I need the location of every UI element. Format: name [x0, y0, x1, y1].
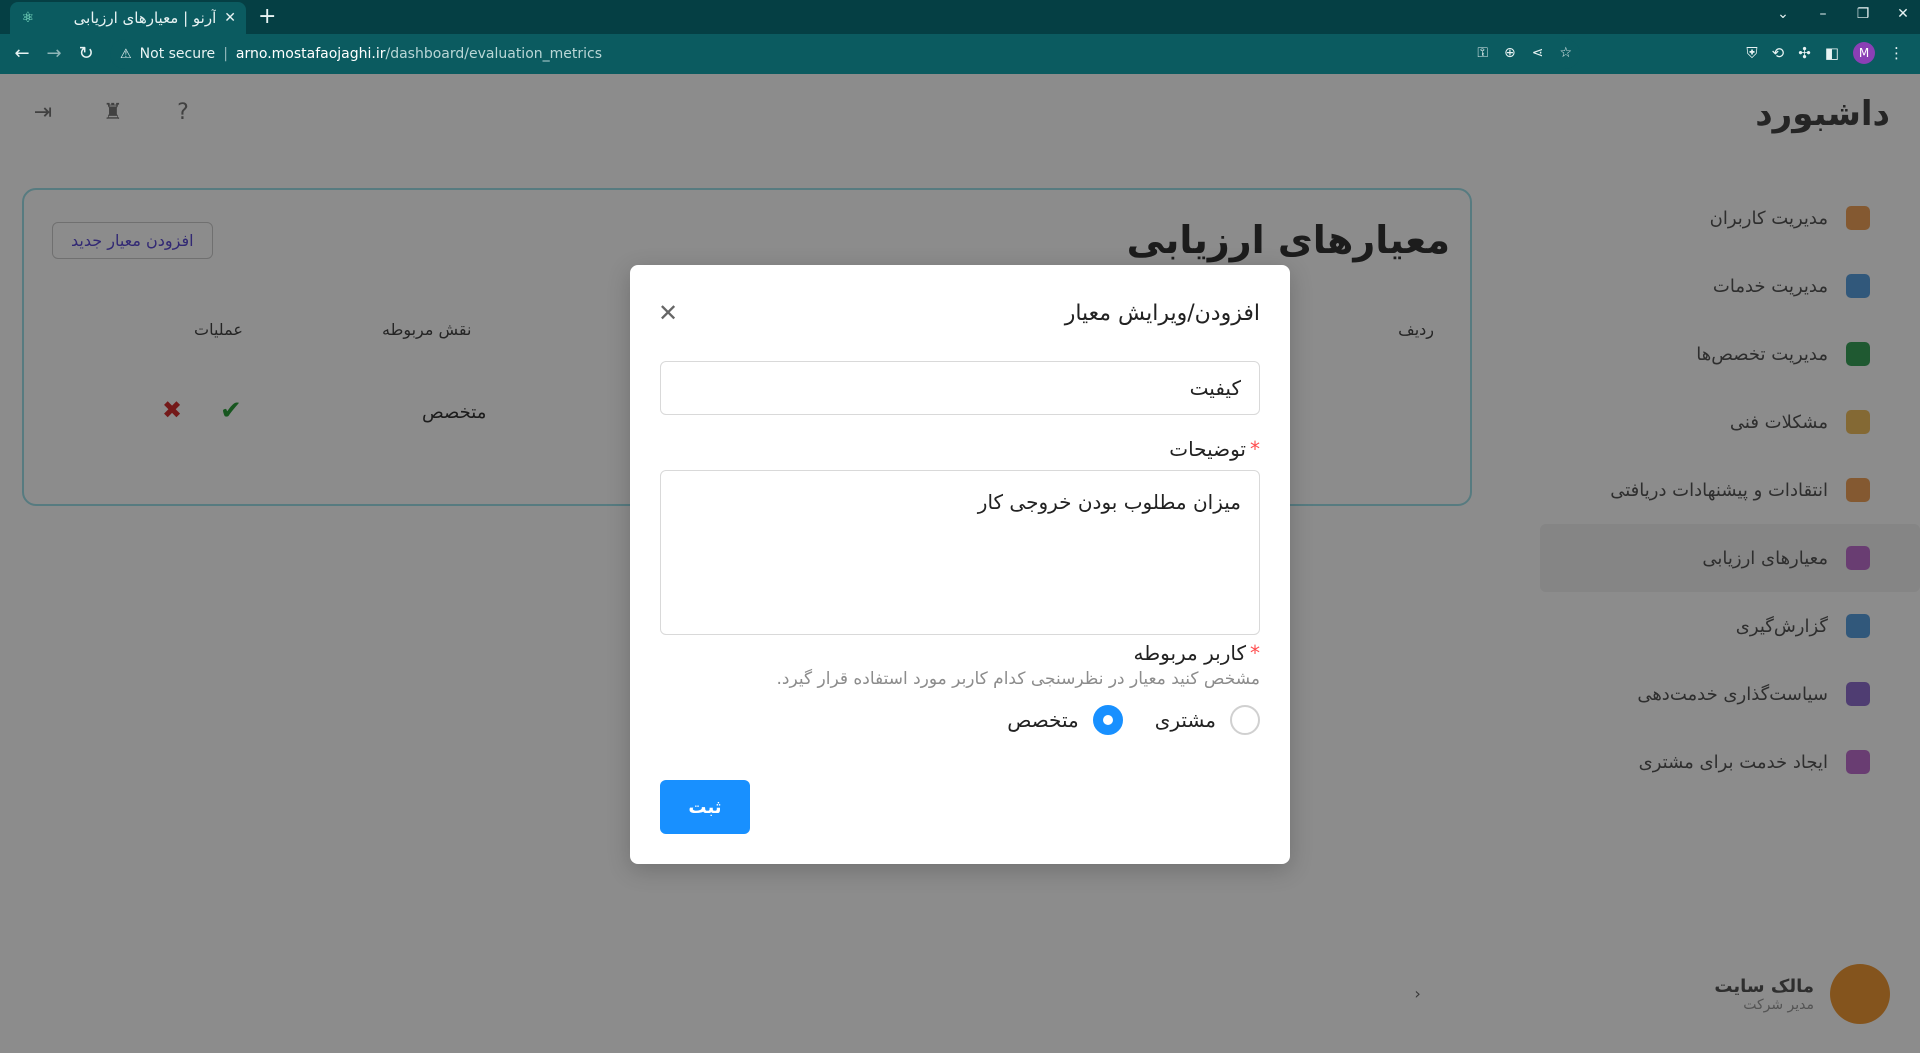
back-button[interactable]: ←	[10, 42, 34, 66]
new-tab-button[interactable]: +	[258, 4, 276, 29]
key-icon[interactable]: ⚿	[1477, 45, 1488, 61]
description-label: *توضیحات	[1169, 437, 1260, 461]
radio-option-expert[interactable]: متخصص	[1007, 705, 1123, 735]
chrome-menu-icon[interactable]: ⋮	[1889, 44, 1904, 62]
related-user-label-text: کاربر مربوطه	[1133, 641, 1246, 665]
close-icon[interactable]: ✕	[656, 301, 680, 325]
browser-tab[interactable]: ⚛ آرنو | معیارهای ارزیابی ✕	[10, 2, 246, 34]
side-panel-icon[interactable]: ◧	[1825, 44, 1839, 62]
metric-edit-modal: افزودن/ویرایش معیار ✕ *توضیحات میزان مطل…	[630, 265, 1290, 864]
restore-button[interactable]: ❐	[1854, 6, 1872, 22]
zoom-icon[interactable]: ⊕	[1504, 45, 1516, 61]
related-user-radio-group: مشتری متخصص	[1007, 705, 1260, 735]
radio-customer[interactable]	[1230, 705, 1260, 735]
url-path: /dashboard/evaluation_metrics	[385, 46, 603, 62]
share-icon[interactable]: ⋖	[1532, 45, 1544, 61]
radio-customer-label: مشتری	[1154, 708, 1216, 732]
omnibox[interactable]: ⚠ Not secure | arno.mostafaojaghi.ir/das…	[110, 39, 1580, 69]
puzzle-extensions-icon[interactable]: ✣	[1798, 44, 1811, 62]
description-label-text: توضیحات	[1169, 437, 1246, 461]
bitwarden-extension-icon[interactable]: ⛨	[1746, 44, 1757, 62]
not-secure-label: Not secure	[139, 46, 216, 62]
required-marker: *	[1250, 437, 1260, 461]
description-textarea[interactable]: میزان مطلوب بودن خروجی کار	[660, 470, 1260, 635]
browser-tab-bar: ⚛ آرنو | معیارهای ارزیابی ✕ + ⌄ – ❐ ✕	[0, 0, 1920, 34]
warning-icon: ⚠	[120, 46, 132, 62]
metric-name-input[interactable]	[660, 361, 1260, 415]
forward-button[interactable]: →	[42, 42, 66, 66]
url-host: arno.mostafaojaghi.ir	[235, 46, 386, 62]
tab-search-icon[interactable]: ⌄	[1774, 6, 1792, 22]
profile-avatar[interactable]: M	[1853, 42, 1875, 64]
react-favicon-icon: ⚛	[21, 10, 35, 26]
close-window-button[interactable]: ✕	[1894, 6, 1912, 22]
extensions-area: ⛨ ⟲ ✣ ◧ M ⋮	[1746, 42, 1904, 64]
close-tab-icon[interactable]: ✕	[224, 10, 236, 26]
omnibox-icons: ⚿ ⊕ ⋖ ☆	[1477, 45, 1572, 61]
related-user-label: *کاربر مربوطه	[1133, 641, 1260, 665]
minimize-button[interactable]: –	[1814, 6, 1832, 22]
submit-button[interactable]: ثبت	[660, 780, 750, 834]
separator: |	[223, 46, 228, 62]
translate-extension-icon[interactable]: ⟲	[1772, 44, 1785, 62]
radio-option-customer[interactable]: مشتری	[1155, 705, 1260, 735]
radio-expert-label: متخصص	[1007, 708, 1079, 732]
bookmark-star-icon[interactable]: ☆	[1559, 45, 1572, 61]
reload-button[interactable]: ↻	[74, 42, 98, 66]
required-marker: *	[1250, 641, 1260, 665]
related-user-help: مشخص کنید معیار در نظرسنجی کدام کاربر مو…	[776, 669, 1260, 689]
radio-expert[interactable]	[1092, 705, 1123, 735]
modal-title: افزودن/ویرایش معیار	[1064, 301, 1260, 326]
tab-title: آرنو | معیارهای ارزیابی	[73, 9, 217, 27]
window-controls: ⌄ – ❐ ✕	[1774, 6, 1912, 22]
address-toolbar: ← → ↻ ⚠ Not secure | arno.mostafaojaghi.…	[0, 34, 1920, 74]
